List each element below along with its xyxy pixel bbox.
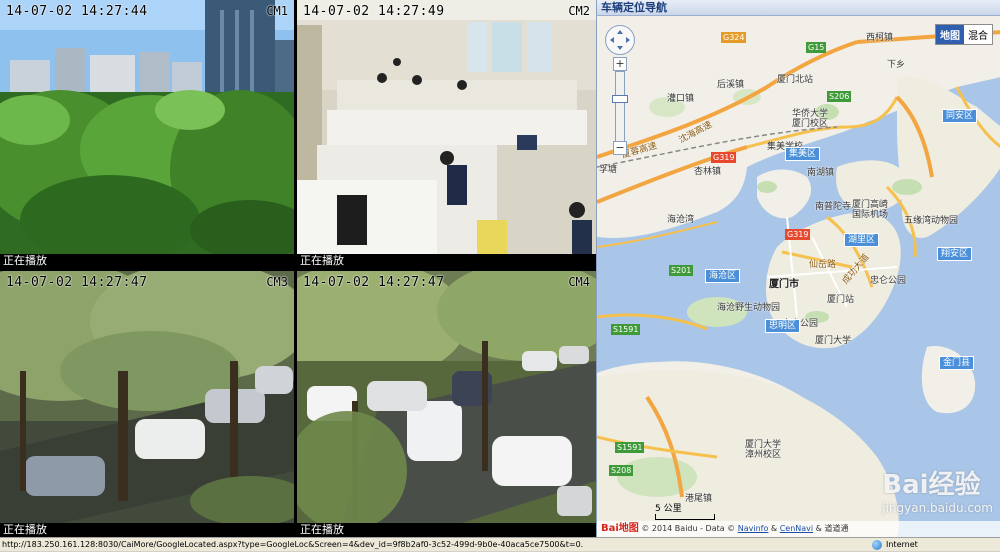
map-road-g324: G324 — [721, 32, 747, 43]
map-label-zhongshan-park: 忠仑公园 — [870, 276, 907, 286]
map-label-huaqiao: 华侨大学 厦门校区 — [792, 109, 829, 129]
map-road-g319-a: G319 — [711, 152, 737, 163]
cennavi-link[interactable]: CenNavi — [780, 524, 813, 533]
map-label-xibin: 西柯镇 — [866, 33, 894, 43]
globe-icon — [872, 540, 882, 550]
camera-timestamp: 14-07-02 14:27:47 — [303, 275, 445, 290]
map-road-s1591-a: S1591 — [611, 324, 641, 335]
camera-status: 正在播放 — [297, 254, 596, 268]
map-road-xianyue: 仙岳路 — [809, 260, 837, 270]
camera-id: CM3 — [266, 275, 288, 289]
camera-view-cm1[interactable]: 14-07-02 14:27:44 CM1 正在播放 — [0, 0, 294, 268]
map-road-s1591-b: S1591 — [615, 442, 645, 453]
map-label-nanhu: 南湖镇 — [807, 168, 835, 178]
camera-timestamp: 14-07-02 14:27:47 — [6, 275, 148, 290]
security-zone-label: Internet — [886, 540, 918, 549]
map-label-gangwei: 港尾镇 — [685, 494, 713, 504]
camera-timestamp: 14-07-02 14:27:49 — [303, 4, 445, 19]
zoom-out-button[interactable]: − — [613, 141, 627, 155]
camera-feed-cm2 — [297, 0, 596, 268]
watermark-subtitle: jingyan.baidu.com — [882, 501, 993, 515]
map-badge-huli: 湖里区 — [844, 233, 880, 247]
camera-timestamp: 14-07-02 14:27:44 — [6, 4, 148, 19]
camera-status: 正在播放 — [0, 523, 294, 537]
map-scale-bar — [655, 514, 715, 520]
map-label-xiamen-city: 厦门市 — [769, 279, 799, 290]
map-label-nanputuo: 南普陀寺 — [815, 202, 852, 212]
camera-view-cm2[interactable]: 14-07-02 14:27:49 CM2 正在播放 — [297, 0, 596, 268]
map-label-xiangshan: 下乡 — [887, 60, 906, 70]
map-pan-control[interactable] — [605, 25, 635, 55]
map-badge-haicang: 海沧区 — [705, 269, 741, 283]
map-label-xiamen-station: 厦门站 — [827, 295, 855, 305]
copyright-text: © 2014 Baidu - Data © — [641, 524, 736, 533]
camera-id: CM4 — [568, 275, 590, 289]
map-panel-title: 车辆定位导航 — [597, 0, 1000, 16]
map-label-houxi: 后溪镇 — [717, 80, 745, 90]
map-type-hybrid-button[interactable]: 混合 — [964, 25, 992, 44]
map-label-haicang-park: 海沧野生动物园 — [717, 303, 781, 313]
map-type-map-button[interactable]: 地图 — [936, 25, 964, 44]
map-label-huanlian: 海沧湾 — [667, 215, 695, 225]
map-label-xinglin: 杏林镇 — [694, 167, 722, 177]
map-label-wuyuan: 五缘湾动物园 — [904, 216, 959, 226]
map-label-yunqi: 孚塘 — [599, 165, 618, 175]
map-road-s201: S201 — [669, 265, 694, 276]
map-badge-jimei: 集美区 — [785, 147, 821, 161]
pan-arrows-icon — [610, 30, 630, 50]
watermark-title: Bai经验 — [882, 470, 981, 500]
zoom-slider[interactable] — [615, 71, 625, 145]
browser-status-bar: http://183.250.161.128:8030/CaiMore/Goog… — [0, 537, 1000, 551]
map-panel: 车辆定位导航 西柯镇 下乡 后溪镇 灌口镇 厦门北站 华侨大学 厦门校区 杏林镇… — [596, 0, 1000, 537]
map-label-airport: 厦门高崎 国际机场 — [852, 200, 889, 220]
camera-id: CM1 — [266, 4, 288, 18]
camera-status: 正在播放 — [0, 254, 294, 268]
navinfo-link[interactable]: Navinfo — [738, 524, 769, 533]
camera-view-cm4[interactable]: 14-07-02 14:27:47 CM4 正在播放 — [297, 271, 596, 537]
status-url: http://183.250.161.128:8030/CaiMore/Goog… — [2, 540, 584, 549]
camera-id: CM2 — [568, 4, 590, 18]
map-road-g319-b: G319 — [785, 229, 811, 240]
map-label-guankou: 灌口镇 — [667, 94, 695, 104]
map-canvas[interactable]: 西柯镇 下乡 后溪镇 灌口镇 厦门北站 华侨大学 厦门校区 杏林镇 孚塘 南湖镇… — [597, 17, 1000, 537]
camera-feed-cm1 — [0, 0, 294, 268]
camera-feed-cm4 — [297, 271, 596, 537]
map-badge-tongan: 同安区 — [942, 109, 978, 123]
camera-feed-cm3 — [0, 271, 294, 537]
map-road-s208: S208 — [609, 465, 634, 476]
map-road-s206: S206 — [827, 91, 852, 102]
camera-grid: 14-07-02 14:27:44 CM1 正在播放 14-07-02 14:2… — [0, 0, 596, 537]
map-type-toggle: 地图 混合 — [935, 24, 993, 45]
camera-view-cm3[interactable]: 14-07-02 14:27:47 CM3 正在播放 — [0, 271, 294, 537]
map-copyright: Bai地图 © 2014 Baidu - Data © Navinfo & Ce… — [597, 521, 1000, 537]
baidu-jingyan-watermark: Bai经验 jingyan.baidu.com — [882, 464, 993, 515]
map-badge-siming: 思明区 — [765, 319, 801, 333]
zoom-slider-handle[interactable] — [612, 95, 628, 103]
map-label-xmu: 厦门大学 — [815, 336, 852, 346]
zoom-in-button[interactable]: + — [613, 57, 627, 71]
copyright-amp: & — [770, 524, 778, 533]
security-zone: Internet — [872, 538, 918, 552]
map-road-g15: G15 — [806, 42, 827, 53]
map-scale-label: 5 公里 — [655, 504, 682, 514]
copyright-tail: & 道道通 — [815, 524, 849, 533]
camera-status: 正在播放 — [297, 523, 596, 537]
map-label-xiamen-north: 厦门北站 — [777, 75, 814, 85]
map-badge-kinmen: 金门县 — [939, 356, 975, 370]
baidu-map-logo[interactable]: Bai地图 — [601, 523, 639, 534]
map-badge-xiangan: 翔安区 — [937, 247, 973, 261]
map-label-xmu-zhangzhou: 厦门大学 漳州校区 — [745, 440, 782, 460]
